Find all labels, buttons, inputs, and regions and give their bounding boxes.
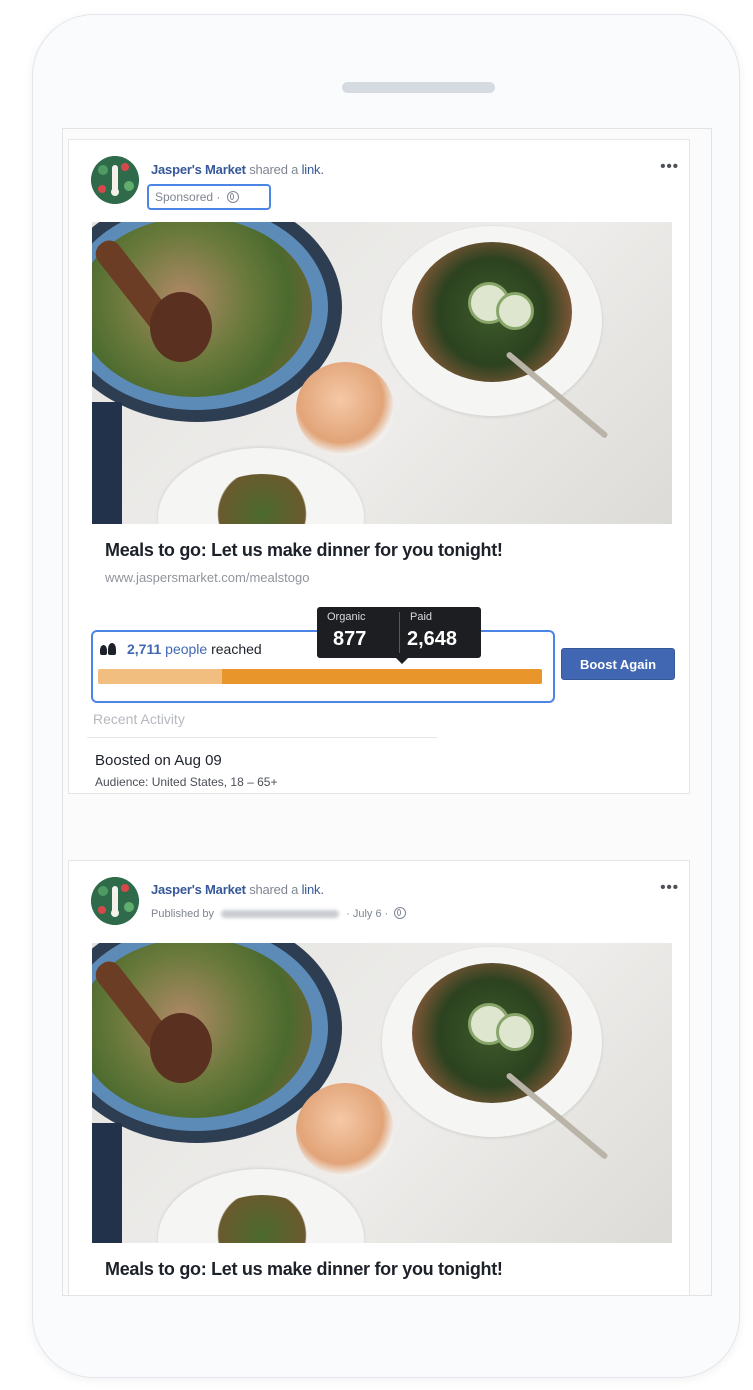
more-icon[interactable]: ••• bbox=[660, 158, 679, 175]
more-icon[interactable]: ••• bbox=[660, 879, 679, 896]
post-card-published: Jasper's Market shared a link. Published… bbox=[68, 860, 690, 1295]
link-word[interactable]: link. bbox=[302, 162, 324, 177]
sponsored-label[interactable]: Sponsored · bbox=[155, 190, 239, 204]
organic-value: 877 bbox=[333, 628, 367, 650]
post-date[interactable]: July 6 bbox=[353, 908, 382, 920]
link-title[interactable]: Meals to go: Let us make dinner for you … bbox=[105, 1259, 503, 1280]
activity-audience: Audience: United States, 18 – 65+ bbox=[95, 775, 278, 789]
post-header: Jasper's Market shared a link. bbox=[151, 162, 324, 177]
reach-count: 2,711 bbox=[127, 641, 162, 657]
page-avatar[interactable] bbox=[91, 156, 139, 204]
separator: · bbox=[346, 908, 350, 920]
sponsored-highlight: Sponsored · bbox=[147, 184, 271, 210]
people-icon bbox=[100, 643, 116, 655]
shared-text: shared a bbox=[249, 882, 299, 897]
reach-progress-bar[interactable] bbox=[98, 669, 542, 684]
page-avatar[interactable] bbox=[91, 877, 139, 925]
published-by-text: Published by bbox=[151, 908, 214, 920]
paid-label: Paid bbox=[410, 611, 433, 623]
reach-reached-word: reached bbox=[211, 641, 262, 657]
paid-column: Paid 2,648 bbox=[401, 607, 481, 658]
separator: · bbox=[216, 190, 221, 204]
sponsored-text: Sponsored bbox=[155, 190, 214, 204]
tooltip-divider bbox=[399, 612, 400, 653]
reach-breakdown-tooltip: Organic 877 Paid 2,648 bbox=[317, 607, 481, 664]
separator: · bbox=[384, 908, 389, 920]
shared-text: shared a bbox=[249, 162, 299, 177]
page-name-link[interactable]: Jasper's Market bbox=[151, 162, 246, 177]
avatar-logo-icon bbox=[91, 156, 139, 204]
phone-speaker bbox=[342, 82, 495, 93]
organic-bar-segment bbox=[98, 669, 223, 684]
globe-icon bbox=[394, 907, 407, 919]
post-header: Jasper's Market shared a link. bbox=[151, 882, 324, 897]
post-image[interactable] bbox=[92, 222, 672, 524]
paid-value: 2,648 bbox=[407, 628, 458, 650]
paid-bar-segment bbox=[222, 669, 542, 684]
phone-screen: Jasper's Market shared a link. Sponsored… bbox=[62, 128, 712, 1296]
page-name-link[interactable]: Jasper's Market bbox=[151, 882, 246, 897]
organic-column: Organic 877 bbox=[317, 607, 399, 658]
boost-again-button[interactable]: Boost Again bbox=[561, 648, 675, 680]
reach-text: 2,711 people reached bbox=[127, 641, 262, 657]
link-word[interactable]: link. bbox=[302, 882, 324, 897]
redacted-name bbox=[221, 910, 340, 919]
recent-activity-label: Recent Activity bbox=[93, 711, 185, 727]
recent-activity-item[interactable]: Boosted on Aug 09 Audience: United State… bbox=[87, 737, 437, 798]
avatar-logo-icon bbox=[91, 877, 139, 925]
organic-label: Organic bbox=[327, 611, 366, 623]
reach-people-word: people bbox=[165, 641, 208, 657]
link-title[interactable]: Meals to go: Let us make dinner for you … bbox=[105, 540, 503, 561]
globe-icon bbox=[226, 191, 239, 203]
activity-title: Boosted on Aug 09 bbox=[95, 752, 222, 769]
post-card-sponsored: Jasper's Market shared a link. Sponsored… bbox=[68, 139, 690, 794]
published-by-line: Published by · July 6 · bbox=[151, 907, 407, 920]
link-url[interactable]: www.jaspersmarket.com/mealstogo bbox=[105, 570, 309, 585]
post-image[interactable] bbox=[92, 943, 672, 1243]
